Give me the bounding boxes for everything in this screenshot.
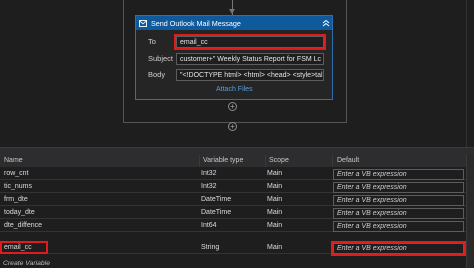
- variable-name[interactable]: tic_nums: [4, 183, 32, 190]
- attach-files-link[interactable]: Attach Files: [216, 86, 253, 93]
- variable-default-input[interactable]: Enter a VB expression: [333, 169, 464, 180]
- table-row[interactable]: today_dte DateTime Main Enter a VB expre…: [0, 207, 466, 219]
- variable-type[interactable]: Int32: [201, 170, 217, 177]
- table-row[interactable]: row_cnt Int32 Main Enter a VB expression: [0, 168, 466, 180]
- add-activity-icon[interactable]: +: [228, 122, 237, 131]
- variable-default-input[interactable]: Enter a VB expression: [333, 195, 464, 206]
- to-input[interactable]: email_cc: [174, 34, 326, 50]
- variable-name[interactable]: today_dte: [4, 209, 35, 216]
- variable-scope[interactable]: Main: [267, 170, 282, 177]
- column-header-type[interactable]: Variable type: [203, 157, 243, 164]
- subject-label: Subject: [148, 54, 174, 63]
- variable-scope[interactable]: Main: [267, 244, 282, 251]
- variables-panel: Name Variable type Scope Default row_cnt…: [0, 155, 474, 268]
- variables-header: Name Variable type Scope Default: [0, 155, 466, 167]
- table-row[interactable]: tic_nums Int32 Main Enter a VB expressio…: [0, 181, 466, 193]
- collapse-icon[interactable]: [320, 17, 332, 29]
- variable-name[interactable]: frm_dte: [4, 196, 28, 203]
- send-outlook-mail-activity[interactable]: Send Outlook Mail Message To email_cc Su…: [135, 15, 333, 100]
- flow-arrow-icon: [229, 9, 235, 14]
- table-row[interactable]: frm_dte DateTime Main Enter a VB express…: [0, 194, 466, 206]
- panel-divider[interactable]: [0, 147, 474, 155]
- table-row[interactable]: dte_diffence Int64 Main Enter a VB expre…: [0, 220, 466, 232]
- variable-scope[interactable]: Main: [267, 196, 282, 203]
- variables-scrollbar[interactable]: [466, 155, 474, 268]
- column-header-scope[interactable]: Scope: [269, 157, 289, 164]
- canvas-scrollbar[interactable]: [466, 0, 467, 147]
- activity-title: Send Outlook Mail Message: [151, 18, 241, 28]
- column-header-name[interactable]: Name: [4, 157, 23, 164]
- variable-default-input[interactable]: Enter a VB expression: [333, 208, 464, 219]
- add-activity-icon[interactable]: +: [228, 102, 237, 111]
- variable-default-input[interactable]: Enter a VB expression: [333, 221, 464, 232]
- body-label: Body: [148, 70, 166, 79]
- activity-header[interactable]: Send Outlook Mail Message: [136, 16, 332, 30]
- designer-canvas: Send Outlook Mail Message To email_cc Su…: [0, 0, 474, 147]
- column-separator: [199, 155, 200, 167]
- table-row[interactable]: email_cc String Main Enter a VB expressi…: [0, 241, 466, 256]
- body-input[interactable]: "<!DOCTYPE html> <html> <head> <style>ta…: [176, 69, 324, 81]
- variable-type[interactable]: Int32: [201, 183, 217, 190]
- to-label: To: [148, 37, 156, 46]
- variable-type[interactable]: DateTime: [201, 209, 231, 216]
- variable-scope[interactable]: Main: [267, 183, 282, 190]
- variable-name[interactable]: row_cnt: [4, 170, 29, 177]
- variable-scope[interactable]: Main: [267, 209, 282, 216]
- mail-icon: [139, 19, 147, 27]
- variable-default-input[interactable]: Enter a VB expression: [333, 182, 464, 193]
- variable-type[interactable]: String: [201, 244, 219, 251]
- column-separator: [265, 155, 266, 167]
- variable-name[interactable]: dte_diffence: [4, 222, 42, 229]
- variable-scope[interactable]: Main: [267, 222, 282, 229]
- column-header-default[interactable]: Default: [337, 157, 359, 164]
- variable-type[interactable]: Int64: [201, 222, 217, 229]
- variable-name[interactable]: email_cc: [0, 241, 48, 254]
- create-variable-link[interactable]: Create Variable: [3, 260, 50, 267]
- variable-default-input[interactable]: Enter a VB expression: [331, 241, 466, 256]
- subject-input[interactable]: customer+" Weekly Status Report for FSM …: [176, 53, 324, 65]
- column-separator: [332, 155, 333, 167]
- variable-type[interactable]: DateTime: [201, 196, 231, 203]
